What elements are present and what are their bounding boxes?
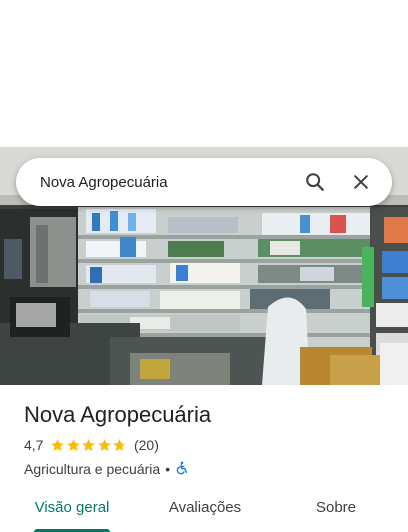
review-count-link[interactable]: (20) xyxy=(134,437,159,453)
place-title: Nova Agropecuária xyxy=(24,402,212,427)
search-bar[interactable]: Nova Agropecuária xyxy=(16,158,392,206)
rating-row: 4,7 (20) xyxy=(24,434,394,456)
close-button[interactable] xyxy=(344,165,378,199)
tab-label: Sobre xyxy=(315,498,357,516)
category-row: Agricultura e pecuária • xyxy=(24,458,394,480)
tab-about[interactable]: Sobre xyxy=(314,484,358,530)
tab-label: Visão geral xyxy=(34,498,110,516)
search-icon xyxy=(306,173,324,191)
close-icon xyxy=(354,175,368,189)
search-input[interactable]: Nova Agropecuária xyxy=(40,174,286,191)
search-button[interactable] xyxy=(298,165,332,199)
place-category: Agricultura e pecuária xyxy=(24,461,161,477)
rating-value: 4,7 xyxy=(24,437,44,453)
star-icon xyxy=(98,438,111,451)
tab-label: Avaliações xyxy=(168,498,242,516)
place-tabs: Visão geral Avaliações Sobre xyxy=(0,484,408,532)
star-icon xyxy=(67,438,80,451)
star-rating xyxy=(50,438,128,453)
star-icon xyxy=(113,438,127,451)
star-icon xyxy=(51,438,65,451)
tab-overview[interactable]: Visão geral xyxy=(34,484,110,532)
place-info: Nova Agropecuária 4,7 (20) Agricultura e… xyxy=(24,400,394,480)
tab-reviews[interactable]: Avaliações xyxy=(166,484,244,530)
star-icon xyxy=(82,438,96,451)
place-page: Nova Agropecuária Nova Agropecuária 4,7 … xyxy=(0,0,408,532)
wheelchair-icon xyxy=(175,461,189,478)
separator-dot: • xyxy=(165,461,171,477)
